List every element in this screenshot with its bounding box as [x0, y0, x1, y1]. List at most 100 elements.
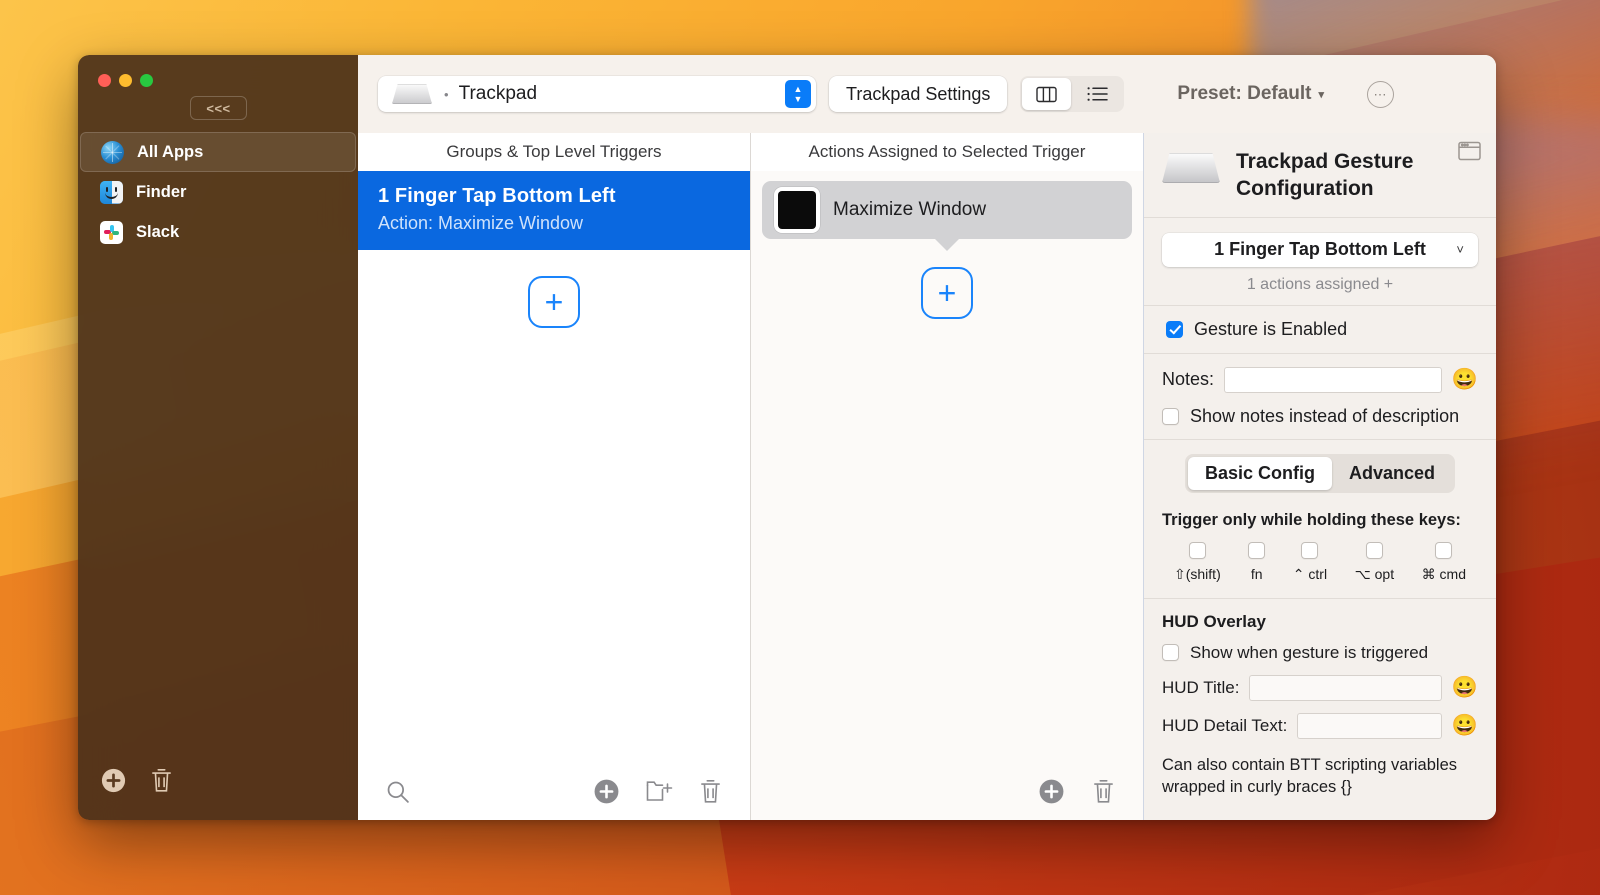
plus-circle-filled-icon[interactable]	[593, 778, 620, 805]
gesture-enabled-row[interactable]: Gesture is Enabled	[1144, 306, 1496, 354]
trigger-title: 1 Finger Tap Bottom Left	[378, 185, 616, 207]
hud-show-row[interactable]: Show when gesture is triggered	[1162, 643, 1478, 663]
sidebar-item-label: Slack	[136, 222, 180, 241]
minimize-window-button[interactable]	[119, 74, 132, 87]
plus-icon: +	[937, 275, 957, 311]
modifier-ctrl-label: ⌃ ctrl	[1292, 565, 1328, 582]
modifier-opt[interactable]: ⌥ opt	[1354, 541, 1395, 583]
sidebar-item-label: Finder	[136, 182, 187, 201]
trackpad-settings-button[interactable]: Trackpad Settings	[829, 76, 1008, 112]
modifier-opt-checkbox[interactable]	[1365, 541, 1383, 559]
device-select-value: Trackpad	[458, 83, 538, 104]
tab-advanced-label: Advanced	[1348, 462, 1436, 483]
notes-label: Notes:	[1162, 369, 1215, 390]
modifier-fn-checkbox[interactable]	[1248, 541, 1266, 559]
show-notes-checkbox[interactable]	[1162, 407, 1179, 425]
emoji-picker-icon[interactable]: 😀	[1452, 715, 1478, 736]
hud-detail-input[interactable]	[1297, 712, 1442, 739]
globe-icon	[101, 140, 124, 164]
emoji-picker-icon[interactable]: 😀	[1452, 677, 1478, 698]
sidebar-item-slack[interactable]: Slack	[80, 212, 356, 252]
plus-circle-filled-icon[interactable]	[1038, 778, 1065, 805]
hud-show-checkbox[interactable]	[1162, 644, 1179, 662]
modifier-ctrl[interactable]: ⌃ ctrl	[1292, 541, 1328, 583]
column-view-button[interactable]	[1022, 78, 1072, 110]
modifier-cmd[interactable]: ⌘ cmd	[1422, 541, 1466, 583]
groups-pane-body: 1 Finger Tap Bottom Left Action: Maximiz…	[358, 171, 750, 762]
trash-icon[interactable]	[698, 778, 723, 805]
action-pointer	[934, 238, 960, 251]
trigger-list-item[interactable]: 1 Finger Tap Bottom Left Action: Maximiz…	[358, 171, 750, 250]
device-select[interactable]: • Trackpad ▲ ▼	[378, 76, 816, 112]
add-trigger-large-button[interactable]: +	[528, 276, 580, 328]
emoji-picker-icon[interactable]: 😀	[1452, 369, 1478, 390]
hud-note-text: Can also contain BTT scripting variables…	[1162, 755, 1458, 797]
more-options-button[interactable]: ⋯	[1367, 80, 1395, 108]
traffic-lights	[78, 55, 358, 87]
main-area: • Trackpad ▲ ▼ Trackpad Settings Preset:…	[358, 55, 1496, 820]
sidebar-item-all-apps[interactable]: All Apps	[80, 132, 356, 172]
inspector-header: Trackpad Gesture Configuration	[1144, 133, 1496, 218]
modifier-shift[interactable]: ⇧(shift)	[1174, 541, 1221, 583]
maximize-window-button[interactable]	[140, 74, 153, 87]
groups-pane-header: Groups & Top Level Triggers	[358, 133, 750, 171]
preset-selector[interactable]: Preset: Default ▾	[1177, 83, 1324, 105]
btt-main-window: <<< All Apps Finder Slack • Trackpad ▲ ▼…	[78, 55, 1496, 820]
modifier-ctrl-checkbox[interactable]	[1301, 541, 1319, 559]
search-icon[interactable]	[385, 779, 410, 804]
hud-title-row: HUD Title: 😀	[1162, 674, 1478, 701]
hud-detail-label: HUD Detail Text:	[1162, 715, 1288, 735]
trash-icon[interactable]	[1091, 778, 1116, 805]
actions-pane-header: Actions Assigned to Selected Trigger	[751, 133, 1143, 171]
collapse-sidebar-button[interactable]: <<<	[190, 96, 247, 120]
window-toolbar: • Trackpad ▲ ▼ Trackpad Settings Preset:…	[358, 55, 1496, 133]
chevron-down-icon: ˅	[1456, 242, 1464, 258]
actions-pane-body: Maximize Window +	[751, 171, 1143, 762]
hud-section-title: HUD Overlay	[1162, 611, 1266, 631]
actions-pane-footer	[751, 762, 1143, 820]
list-view-button[interactable]	[1073, 78, 1122, 110]
window-pane-icon[interactable]	[1458, 141, 1481, 166]
chevron-updown-icon[interactable]: ▲ ▼	[785, 80, 811, 108]
add-action-wrap: +	[751, 267, 1143, 319]
tab-basic-config[interactable]: Basic Config	[1187, 456, 1332, 490]
new-folder-icon[interactable]	[646, 779, 674, 804]
trash-icon[interactable]	[149, 767, 174, 794]
plus-circle-icon[interactable]	[100, 767, 127, 794]
hud-show-label: Show when gesture is triggered	[1190, 642, 1429, 662]
notes-input[interactable]	[1224, 366, 1442, 393]
panes-container: Groups & Top Level Triggers 1 Finger Tap…	[358, 133, 1496, 820]
trackpad-icon	[392, 84, 432, 104]
inspector-trigger-value: 1 Finger Tap Bottom Left	[1214, 239, 1426, 260]
modifier-keys: ⇧(shift) fn ⌃ ctrl ⌥ opt ⌘ cmd	[1162, 541, 1478, 583]
actions-assigned-count[interactable]: 1 actions assigned +	[1144, 267, 1496, 306]
app-sidebar: <<< All Apps Finder Slack	[78, 55, 358, 820]
inspector-trigger-select[interactable]: 1 Finger Tap Bottom Left ˅	[1162, 232, 1478, 267]
groups-pane: Groups & Top Level Triggers 1 Finger Tap…	[358, 133, 751, 820]
config-section: Basic Config Advanced Trigger only while…	[1144, 440, 1496, 599]
trackpad-settings-label: Trackpad Settings	[846, 83, 991, 104]
action-color-swatch	[778, 191, 816, 229]
add-action-large-button[interactable]: +	[921, 267, 973, 319]
action-list-item[interactable]: Maximize Window	[762, 181, 1132, 251]
trigger-subtitle: Action: Maximize Window	[378, 213, 584, 233]
sidebar-item-finder[interactable]: Finder	[80, 172, 356, 212]
selection-arrow	[749, 195, 750, 226]
modifiers-title: Trigger only while holding these keys:	[1162, 510, 1461, 529]
modifier-cmd-checkbox[interactable]	[1435, 541, 1453, 559]
slack-icon	[100, 220, 123, 244]
config-tabs: Basic Config Advanced	[1184, 453, 1456, 493]
modifier-fn[interactable]: fn	[1248, 541, 1266, 583]
add-trigger-wrap: +	[358, 276, 750, 328]
gesture-enabled-checkbox[interactable]	[1166, 320, 1183, 338]
show-notes-label: Show notes instead of description	[1190, 405, 1460, 426]
modifier-opt-label: ⌥ opt	[1354, 565, 1395, 582]
close-window-button[interactable]	[98, 74, 111, 87]
hud-title-input[interactable]	[1249, 674, 1442, 701]
action-label: Maximize Window	[833, 199, 987, 220]
modifier-shift-checkbox[interactable]	[1188, 541, 1206, 559]
show-notes-row[interactable]: Show notes instead of description	[1162, 406, 1478, 427]
tab-advanced[interactable]: Advanced	[1332, 457, 1452, 490]
sidebar-item-label: All Apps	[137, 142, 204, 161]
app-list: All Apps Finder Slack	[78, 132, 358, 252]
